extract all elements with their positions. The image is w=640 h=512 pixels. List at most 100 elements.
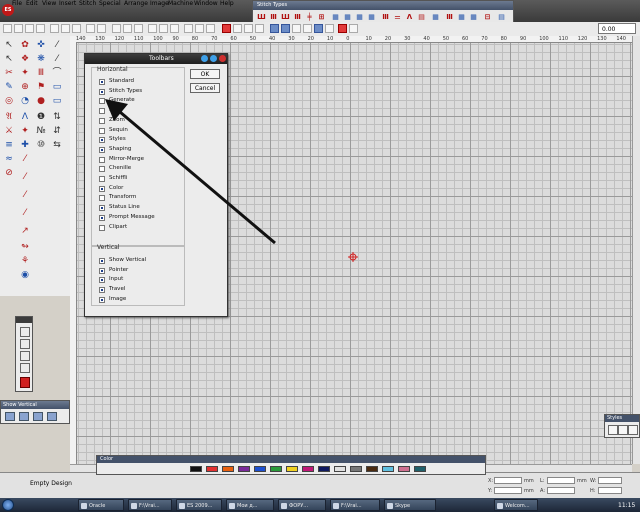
stitch-player-icon[interactable] — [184, 24, 193, 33]
digitize-d-icon[interactable]: ↗ — [20, 226, 30, 236]
checkbox-h-14[interactable] — [99, 214, 105, 221]
digitize-f-icon[interactable]: ⚘ — [20, 256, 30, 266]
palette-btn-5-icon[interactable] — [20, 377, 30, 388]
color-swatch[interactable] — [334, 466, 346, 472]
checkbox-h-5[interactable] — [99, 127, 105, 134]
color-toolbar-title[interactable]: Color — [97, 456, 485, 463]
node-edit-icon[interactable] — [255, 24, 264, 33]
input-c-icon[interactable]: ❖ — [20, 54, 30, 64]
taskbar-button[interactable]: F:\Vrai... — [128, 499, 172, 511]
checkbox-h-8[interactable] — [99, 156, 105, 163]
checkbox-h-6[interactable] — [99, 137, 105, 144]
menu-stitch[interactable]: Stitch — [79, 0, 96, 7]
color-swatch[interactable] — [190, 466, 202, 472]
vertical-palette-handle[interactable] — [16, 317, 32, 323]
taskbar-button[interactable]: Мои д... — [226, 499, 274, 511]
color-swatch[interactable] — [270, 466, 282, 472]
checkbox-v-0[interactable] — [99, 258, 105, 264]
palette-btn-4-icon[interactable] — [20, 363, 30, 373]
menu-image[interactable]: Image — [150, 0, 169, 7]
digitize-a-icon[interactable]: ⁄ — [20, 172, 30, 182]
zoom-field[interactable]: 0.00 — [598, 23, 636, 34]
auto-fabric-icon[interactable]: ✦ — [20, 68, 30, 78]
sort-icon[interactable]: ⇅ — [52, 112, 62, 122]
rp-btn-3-icon[interactable] — [628, 425, 638, 435]
stitch-edit-icon[interactable]: ✚ — [20, 140, 30, 150]
menu-insert[interactable]: Insert — [59, 0, 76, 7]
pointer-icon[interactable]: ↖ — [4, 40, 14, 50]
ten-icon[interactable]: ⑩ — [36, 140, 46, 150]
color-6-icon[interactable] — [325, 24, 334, 33]
menu-help[interactable]: Help — [220, 0, 234, 7]
close-icon[interactable] — [219, 55, 226, 62]
redraw-icon[interactable] — [195, 24, 204, 33]
circle-input-icon[interactable]: ◔ — [20, 96, 30, 106]
undo-icon[interactable] — [86, 24, 95, 33]
taskbar-button[interactable]: ФОРУ... — [278, 499, 326, 511]
digitize-e-icon[interactable]: ↬ — [20, 242, 30, 252]
menu-file[interactable]: File — [12, 0, 22, 7]
stitch-types-title[interactable]: Stitch Types — [253, 1, 513, 10]
checkbox-v-4[interactable] — [99, 296, 105, 303]
digitize-g-icon[interactable]: ◉ — [20, 270, 30, 280]
join-icon[interactable]: ⇆ — [52, 140, 62, 150]
numbers-icon[interactable]: ❶ — [36, 112, 46, 122]
color-swatch[interactable] — [398, 466, 410, 472]
help-icon[interactable] — [201, 55, 208, 62]
pen-icon[interactable] — [233, 24, 242, 33]
checkbox-h-0[interactable] — [99, 79, 105, 85]
digitize-b-icon[interactable]: ⁄ — [20, 190, 30, 200]
color-4-icon[interactable] — [303, 24, 312, 33]
new-file-icon[interactable] — [3, 24, 12, 33]
palette-btn-2-icon[interactable] — [20, 339, 30, 349]
line-tool-icon[interactable]: ⁄ — [20, 154, 30, 164]
checkbox-h-1[interactable] — [99, 88, 105, 95]
rect-icon[interactable]: ▭ — [52, 82, 62, 92]
checkbox-h-9[interactable] — [99, 166, 105, 173]
color-swatch[interactable] — [222, 466, 234, 472]
checkbox-h-7[interactable] — [99, 146, 105, 153]
rotate-icon[interactable]: ⊕ — [20, 82, 30, 92]
ruler-icon[interactable] — [170, 24, 179, 33]
cut-icon[interactable] — [50, 24, 59, 33]
taskbar-button[interactable]: ES 2009... — [176, 499, 222, 511]
checkbox-v-3[interactable] — [99, 287, 105, 294]
zoom-out-icon[interactable] — [123, 24, 132, 33]
checkbox-v-1[interactable] — [99, 267, 105, 274]
digitize-c-icon[interactable]: ⁄ — [20, 208, 30, 218]
menu-window[interactable]: Window — [194, 0, 218, 7]
dialog-title-bar[interactable]: Toolbars — [85, 54, 227, 64]
ok-button[interactable]: OK — [190, 69, 220, 79]
grid-icon[interactable] — [148, 24, 157, 33]
rp-btn-2-icon[interactable] — [618, 425, 628, 435]
curve-icon[interactable]: ⌒ — [52, 68, 62, 78]
menu-view[interactable]: View — [42, 0, 56, 7]
menu-edit[interactable]: Edit — [26, 0, 38, 7]
color-swatch[interactable] — [318, 466, 330, 472]
redo-icon[interactable] — [97, 24, 106, 33]
wave-icon[interactable]: ≈ — [4, 154, 14, 164]
checkbox-h-15[interactable] — [99, 224, 105, 231]
menu-special[interactable]: Special — [99, 0, 121, 7]
box-icon[interactable]: ▭ — [52, 96, 62, 106]
input-b-icon[interactable]: ✜ — [36, 40, 46, 50]
team-names-icon[interactable]: ⚔ — [4, 126, 14, 136]
show-vertical-title[interactable]: Show Vertical — [1, 401, 69, 409]
color-swatch[interactable] — [350, 466, 362, 472]
elements-icon[interactable]: ✦ — [20, 126, 30, 136]
paste-icon[interactable] — [72, 24, 81, 33]
copy-icon[interactable] — [61, 24, 70, 33]
monogram-icon[interactable]: 𝔄 — [4, 112, 14, 122]
vertical-scrollbar[interactable] — [632, 36, 640, 464]
align-icon[interactable]: ≡ — [4, 140, 14, 150]
sv-travel-icon[interactable] — [33, 412, 43, 421]
checkbox-h-10[interactable] — [99, 176, 105, 182]
taskbar-button[interactable]: Skype — [384, 499, 436, 511]
sv-pointer-icon[interactable] — [5, 412, 15, 421]
rp-btn-1-icon[interactable] — [608, 425, 618, 435]
ring-icon[interactable]: ⊘ — [4, 168, 14, 178]
taskbar-button[interactable]: F:\Vrai... — [330, 499, 380, 511]
travel-icon[interactable]: ⁄ — [52, 40, 62, 50]
color-3-icon[interactable] — [292, 24, 301, 33]
taskbar-button[interactable]: Welcom... — [494, 499, 538, 511]
